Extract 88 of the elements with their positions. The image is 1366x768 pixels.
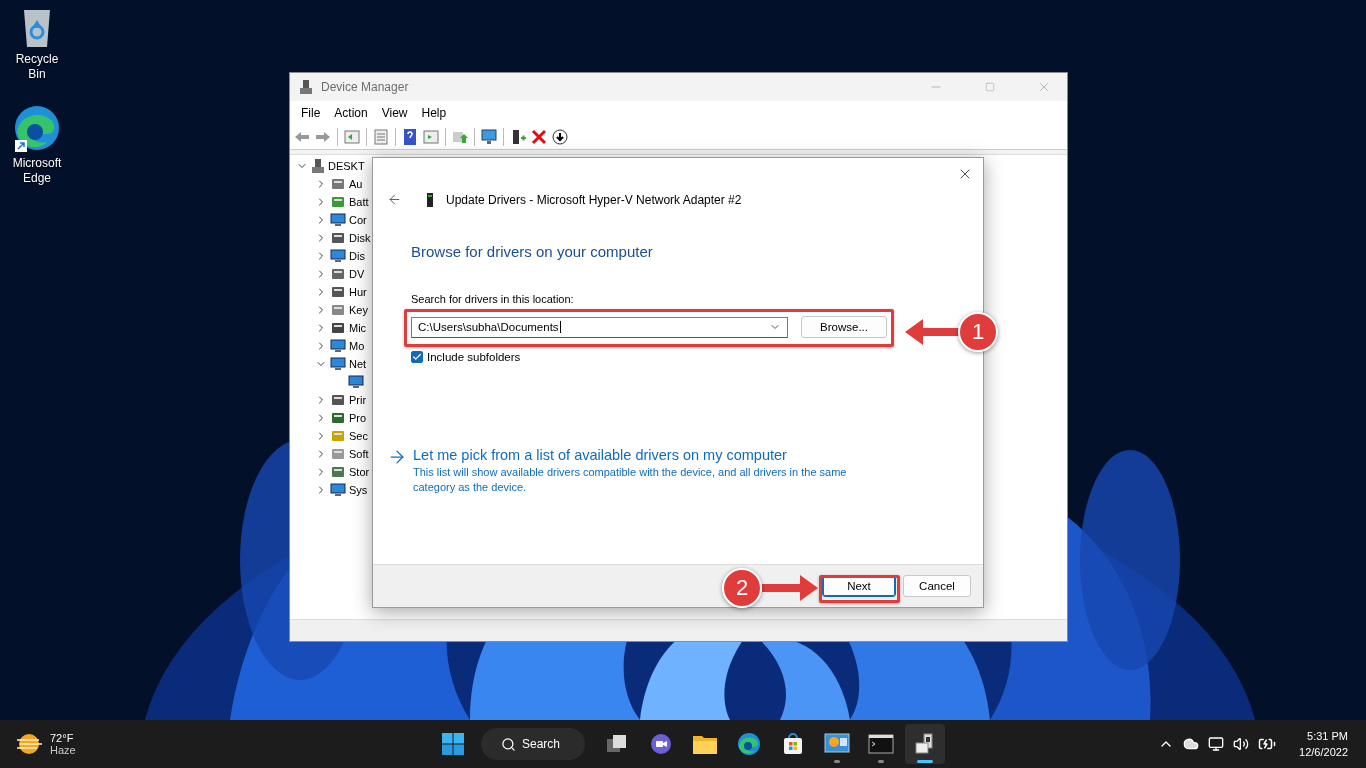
tree-item[interactable]: Disk [349, 232, 371, 244]
running-indicator [917, 760, 933, 763]
menu-item[interactable]: View [374, 106, 415, 120]
tree-item[interactable]: Sec [349, 430, 368, 442]
chat-icon[interactable] [649, 732, 673, 756]
dialog-title: Update Drivers - Microsoft Hyper-V Network Adapter #2 [446, 192, 742, 207]
tree-item[interactable]: Key [349, 304, 368, 316]
network-icon[interactable] [1208, 736, 1225, 752]
device-icon [330, 465, 346, 479]
device-icon [330, 195, 346, 209]
control-panel-icon[interactable] [824, 733, 850, 755]
device-icon [330, 393, 346, 407]
computer-icon [311, 158, 325, 174]
device-icon [330, 483, 346, 497]
tree-item[interactable]: Stor [349, 466, 370, 478]
device-icon [348, 375, 364, 389]
window-title: Device Manager [321, 80, 410, 94]
running-indicator [834, 760, 840, 763]
taskbar-app-button[interactable] [905, 724, 945, 764]
tree-item[interactable]: Sys [349, 484, 368, 496]
annotation-arrow [905, 319, 961, 345]
tree-item[interactable]: Hur [349, 286, 367, 298]
weather-icon [16, 733, 42, 755]
console-icon[interactable] [343, 128, 361, 146]
browser-icon [13, 104, 61, 152]
store-icon[interactable] [781, 732, 805, 756]
tree-item[interactable]: DV [349, 268, 365, 280]
network-adapter-icon [426, 192, 434, 207]
checkbox-label[interactable]: Include subfolders [427, 351, 521, 363]
tree-item[interactable]: Cor [349, 214, 367, 226]
desktop-icon-label[interactable]: Recycle Bin [7, 52, 67, 82]
folder-icon[interactable] [692, 733, 718, 755]
menu-item[interactable]: Help [414, 106, 454, 120]
device-icon [330, 303, 346, 317]
annotation-arrow [762, 575, 818, 601]
terminal-icon[interactable] [868, 734, 894, 754]
device-icon [330, 285, 346, 299]
start-icon[interactable] [441, 732, 465, 756]
temperature[interactable]: 72°F [50, 732, 76, 744]
tree-item[interactable]: Batt [349, 196, 369, 208]
menu-item[interactable]: Action [327, 106, 375, 120]
search-box[interactable]: Search [481, 728, 585, 760]
computer-icon [299, 79, 313, 95]
tree-item[interactable]: Mo [349, 340, 365, 352]
tree-item[interactable]: Au [349, 178, 363, 190]
volume-icon[interactable] [1233, 736, 1250, 752]
tree-item[interactable]: Dis [349, 250, 365, 262]
device-icon [330, 177, 346, 191]
console-icon[interactable] [422, 128, 440, 146]
recycle-bin-icon [21, 8, 53, 48]
device-icon [330, 213, 346, 227]
device-icon [330, 357, 346, 371]
tree-item[interactable]: Net [349, 358, 367, 370]
field-label: Search for drivers in this location: [411, 293, 575, 305]
menu-item[interactable]: File [294, 106, 328, 120]
browser-icon[interactable] [737, 732, 761, 756]
running-indicator [878, 760, 884, 763]
back-icon[interactable] [387, 192, 402, 207]
cloud-icon[interactable] [1183, 736, 1200, 752]
dialog-heading: Browse for drivers on your computer [411, 243, 654, 260]
clock-time[interactable]: 5:31 PM [1307, 728, 1348, 744]
tree-item[interactable]: Pro [349, 412, 367, 424]
path-combo-box[interactable]: C:\Users\subha\Documents [411, 316, 788, 338]
device-icon [330, 249, 346, 263]
clock-date[interactable]: 12/6/2022 [1299, 744, 1348, 760]
driver-list-link[interactable]: Let me pick from a list of available drivers on my computer [413, 447, 863, 463]
device-icon [330, 267, 346, 281]
tree-item[interactable]: Soft [349, 448, 369, 460]
device-icon [330, 339, 346, 353]
tree-item[interactable]: DESKT [328, 160, 365, 172]
monitor-icon[interactable] [480, 128, 498, 146]
tree-item[interactable]: Mic [349, 322, 367, 334]
help-icon[interactable] [401, 128, 419, 146]
device-icon [330, 231, 346, 245]
device-icon [330, 321, 346, 335]
device-icon [330, 411, 346, 425]
device-icon [330, 429, 346, 443]
download-icon[interactable] [551, 128, 569, 146]
link-description: This list will show available drivers compatible with the device, and all drivers in the same category as the device. [413, 465, 848, 495]
delete-icon[interactable] [530, 128, 548, 146]
desktop-icon-label[interactable]: Microsoft Edge [7, 156, 67, 186]
browse-button[interactable]: Browse... [801, 316, 887, 338]
dialog-button[interactable]: Cancel [903, 575, 971, 597]
search-icon[interactable] [501, 736, 516, 752]
weather-condition[interactable]: Haze [50, 744, 76, 756]
tree-item[interactable]: Prir [349, 394, 367, 406]
device-icon [330, 447, 346, 461]
checkbox[interactable] [411, 351, 423, 363]
